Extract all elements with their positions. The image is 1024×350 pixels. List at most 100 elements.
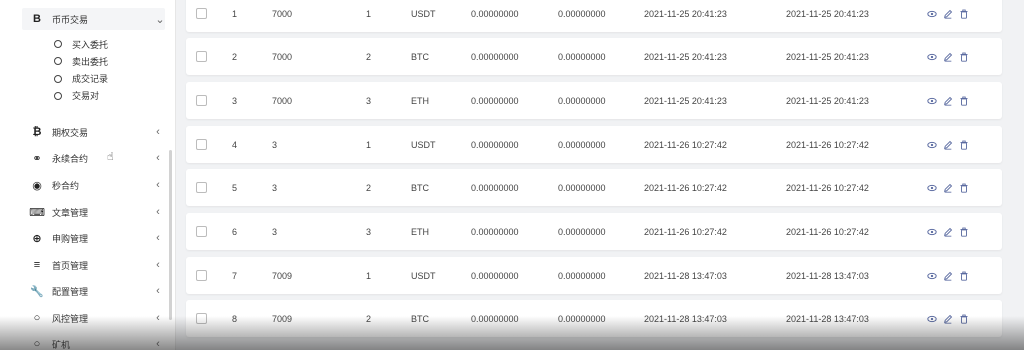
menu-group-8[interactable]: ○ 风控管理 ‹ — [22, 307, 163, 329]
menu-group-coin-trading[interactable]: B 币币交易 ⌄ — [22, 8, 165, 30]
eye-icon[interactable] — [927, 183, 937, 193]
row-updated-time: 2021-11-28 13:47:03 — [786, 270, 869, 281]
table-row: 6 3 3 ETH 0.00000000 0.00000000 2021-11-26 10:… — [186, 213, 1002, 250]
menu-group-label: 秒合约 — [52, 180, 80, 191]
keyboard-icon: ⌨ — [29, 206, 45, 219]
sidebar-sub-item-label: 交易对 — [72, 91, 100, 102]
trash-icon[interactable] — [959, 271, 969, 281]
trash-icon[interactable] — [959, 140, 969, 150]
eye-icon[interactable] — [927, 314, 937, 324]
bitcoin-b-icon: B — [33, 13, 41, 25]
row-checkbox[interactable] — [196, 226, 207, 237]
row-frozen-amount: 0.00000000 — [558, 139, 606, 150]
menu-group-7[interactable]: 🔧 配置管理 ‹ — [22, 280, 163, 302]
chevron-left-icon: ‹ — [156, 259, 160, 271]
edit-icon[interactable] — [943, 314, 953, 324]
eye-icon[interactable] — [927, 96, 937, 106]
menu-group-label: 文章管理 — [52, 207, 89, 218]
row-user-id: 7000 — [272, 8, 293, 19]
row-type: 2 — [366, 182, 372, 193]
row-checkbox[interactable] — [196, 313, 207, 324]
row-id: 6 — [232, 226, 238, 237]
circle-icon — [54, 74, 62, 83]
row-amount: 0.00000000 — [471, 139, 519, 150]
table-row: 2 7000 2 BTC 0.00000000 0.00000000 2021-11-25 … — [186, 38, 1002, 75]
row-amount: 0.00000000 — [471, 270, 519, 281]
row-amount: 0.00000000 — [471, 95, 519, 106]
row-user-id: 3 — [272, 139, 278, 150]
row-type: 1 — [366, 8, 372, 19]
menu-group-5[interactable]: ⊕ 申购管理 ‹ — [22, 227, 163, 249]
eye-icon[interactable] — [927, 227, 937, 237]
row-type: 1 — [366, 270, 372, 281]
table-row: 1 7000 1 USDT 0.00000000 0.00000000 2021-11-25… — [186, 0, 1002, 32]
edit-icon[interactable] — [943, 271, 953, 281]
row-checkbox[interactable] — [196, 139, 207, 150]
row-updated-time: 2021-11-25 20:41:23 — [786, 51, 869, 62]
edit-icon[interactable] — [943, 227, 953, 237]
row-frozen-amount: 0.00000000 — [558, 182, 606, 193]
trash-icon[interactable] — [959, 96, 969, 106]
menu-group-3[interactable]: ◉ 秒合约 ‹ — [22, 174, 163, 196]
row-checkbox[interactable] — [196, 182, 207, 193]
menu-group-2[interactable]: ⚭ 永续合约 ‹ — [22, 147, 163, 169]
chevron-left-icon: ‹ — [156, 312, 160, 324]
row-updated-time: 2021-11-26 10:27:42 — [786, 182, 869, 193]
trash-icon[interactable] — [959, 9, 969, 19]
menu-group-9[interactable]: ○ 矿机 ‹ — [22, 333, 163, 350]
eye-icon[interactable] — [927, 52, 937, 62]
eye-icon[interactable] — [927, 140, 937, 150]
row-amount: 0.00000000 — [471, 51, 519, 62]
trash-icon[interactable] — [959, 52, 969, 62]
row-type: 2 — [366, 313, 372, 324]
menu-group-label: 风控管理 — [52, 313, 89, 324]
edit-icon[interactable] — [943, 96, 953, 106]
sidebar-scrollbar[interactable] — [169, 150, 172, 320]
trash-icon[interactable] — [959, 183, 969, 193]
menu-group-4[interactable]: ⌨ 文章管理 ‹ — [22, 201, 163, 223]
edit-icon[interactable] — [943, 183, 953, 193]
menu-group-label: 币币交易 — [52, 14, 89, 25]
row-checkbox[interactable] — [196, 8, 207, 19]
row-checkbox[interactable] — [196, 270, 207, 281]
circle-icon — [54, 40, 62, 48]
menu-group-1[interactable]: ₿ 期权交易 ‹ — [22, 121, 163, 143]
menu-group-label: 矿机 — [52, 339, 71, 350]
row-amount: 0.00000000 — [471, 8, 519, 19]
menu-group-6[interactable]: ≡ 首页管理 ‹ — [22, 254, 163, 276]
row-user-id: 7000 — [272, 95, 293, 106]
row-created-time: 2021-11-25 20:41:23 — [644, 95, 727, 106]
row-updated-time: 2021-11-26 10:27:42 — [786, 139, 869, 150]
row-checkbox[interactable] — [196, 51, 207, 62]
row-user-id: 7009 — [272, 313, 293, 324]
mouse-cursor-icon: ☝ — [107, 151, 114, 163]
sidebar-sub-item[interactable]: 买入委托 — [54, 36, 108, 52]
sidebar-sub-item-label: 买入委托 — [72, 39, 109, 50]
row-amount: 0.00000000 — [471, 226, 519, 237]
row-amount: 0.00000000 — [471, 182, 519, 193]
sidebar-sub-item[interactable]: 成交记录 — [54, 71, 108, 87]
row-id: 2 — [232, 51, 238, 62]
edit-icon[interactable] — [943, 52, 953, 62]
edit-icon[interactable] — [943, 140, 953, 150]
edit-icon[interactable] — [943, 9, 953, 19]
row-user-id: 7009 — [272, 270, 293, 281]
target-icon: ◉ — [32, 179, 42, 192]
row-created-time: 2021-11-28 13:47:03 — [644, 270, 727, 281]
row-checkbox[interactable] — [196, 95, 207, 106]
eye-icon[interactable] — [927, 9, 937, 19]
trash-icon[interactable] — [959, 227, 969, 237]
sidebar-sub-item[interactable]: 卖出委托 — [54, 53, 108, 69]
chevron-left-icon: ‹ — [156, 179, 160, 191]
trash-icon[interactable] — [959, 314, 969, 324]
row-actions — [927, 169, 969, 206]
circle-icon — [54, 57, 62, 66]
sidebar-sub-item-label: 卖出委托 — [72, 56, 109, 67]
row-created-time: 2021-11-28 13:47:03 — [644, 313, 727, 324]
sidebar-sub-item[interactable]: 交易对 — [54, 88, 99, 104]
row-coin: BTC — [411, 51, 429, 62]
row-frozen-amount: 0.00000000 — [558, 95, 606, 106]
row-actions — [927, 38, 969, 75]
table-row: 5 3 2 BTC 0.00000000 0.00000000 2021-11-26 10:… — [186, 169, 1002, 206]
eye-icon[interactable] — [927, 271, 937, 281]
